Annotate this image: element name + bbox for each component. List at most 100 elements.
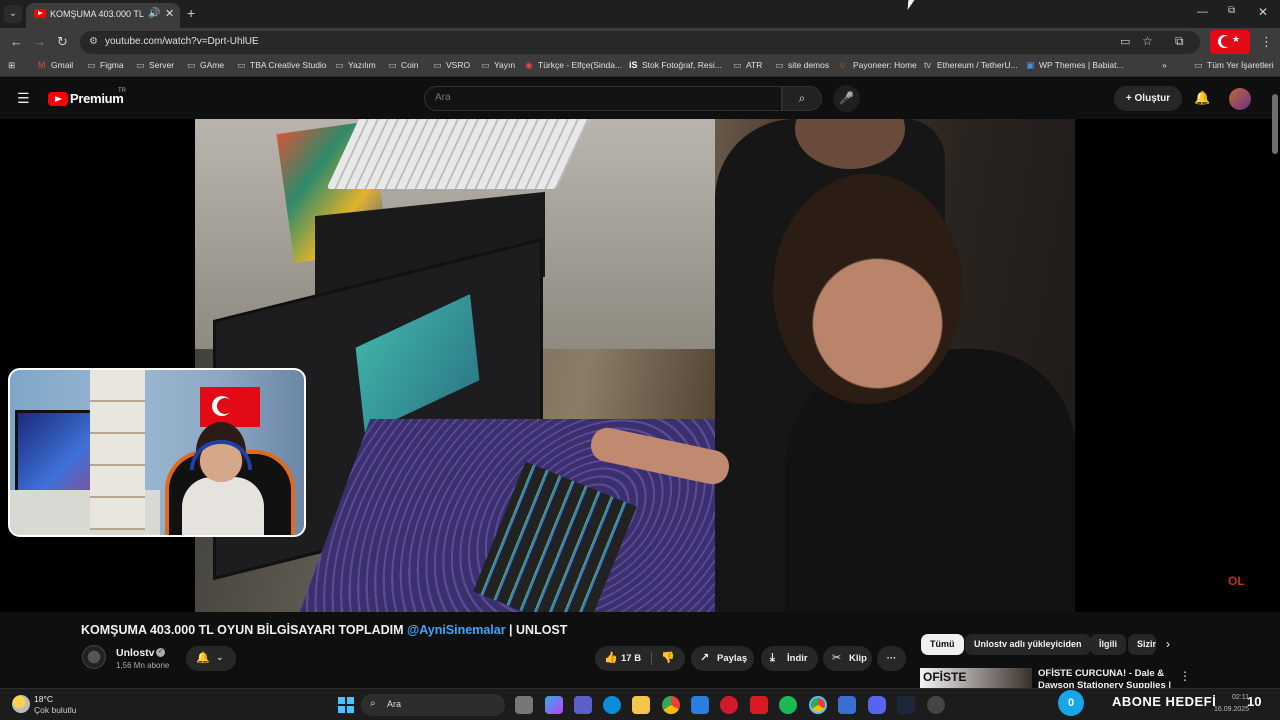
bookmark-ethereum[interactable]: tv Ethereum / TetherU... [924,60,1018,70]
bookmark-star-icon[interactable]: ☆ [1142,34,1153,48]
clip-button[interactable]: ✂ Klip [823,646,872,671]
browser-menu-icon[interactable]: ⋮ [1260,34,1273,50]
chip-all[interactable]: Tümü [921,634,964,655]
chevron-right-icon[interactable]: › [1166,637,1170,651]
chip-from-uploader[interactable]: Unlostv adlı yükleyiciden [965,634,1091,655]
weather-temperature[interactable]: 18°C [34,694,53,704]
subscriber-goal-target: 10 [1247,694,1262,709]
download-button[interactable]: ⤓ İndir [761,646,818,671]
bookmark-game[interactable]: ▭ GAme [187,60,224,71]
windows-taskbar: 18°C Çok bulutlu ⌕ Ara [0,688,1280,720]
copilot-icon[interactable] [545,696,563,714]
tab-search-button[interactable]: ⌄ [4,5,22,23]
search-button[interactable]: ⌕ [782,86,822,111]
hamburger-menu-icon[interactable]: ☰ [17,90,30,107]
url-text[interactable]: youtube.com/watch?v=Dprt-UhlUE [105,36,259,47]
task-view-icon[interactable] [515,696,533,714]
back-icon[interactable]: ← [10,34,23,49]
obs-icon[interactable] [927,696,945,714]
bookmark-server[interactable]: ▭ Server [136,60,174,71]
teams-icon[interactable] [574,696,592,714]
more-actions-button[interactable]: ··· [877,646,906,671]
search-icon: ⌕ [370,698,376,709]
user-avatar[interactable] [1229,88,1251,110]
cast-icon[interactable]: ▭ [1120,35,1130,48]
steam-icon[interactable] [897,696,915,714]
notifications-bell-icon[interactable]: 🔔 [1194,90,1210,106]
edge-icon[interactable] [603,696,621,714]
recommendation-menu-icon[interactable]: ⋮ [1179,669,1191,683]
close-tab-icon[interactable]: ✕ [165,7,174,20]
create-button[interactable]: + Oluştur [1114,86,1182,111]
opera-icon[interactable] [720,696,738,714]
forward-icon[interactable]: → [33,34,46,49]
weather-icon[interactable] [12,695,30,713]
youtube-premium-logo[interactable]: Premium [70,91,124,106]
page-scrollbar[interactable] [1272,90,1278,690]
recommendation-title[interactable]: OFİSTE CURCUNA! - Dale & Dawson Statione… [1038,668,1173,690]
bookmark-tba[interactable]: ▭ TBA Creative Studio [237,60,327,71]
site-info-icon[interactable]: ⚙ [89,36,98,47]
reload-icon[interactable]: ↻ [57,34,68,50]
address-bar[interactable]: ⚙ youtube.com/watch?v=Dprt-UhlUE ▭ ☆ [80,31,1200,54]
new-tab-button[interactable]: + [187,5,195,21]
extensions-icon[interactable]: ⧉ [1175,34,1184,49]
bookmark-coin[interactable]: ▭ Coin [388,60,418,71]
youtube-logo-icon[interactable] [48,92,68,106]
share-button[interactable]: ↗ Paylaş [691,646,754,671]
voice-search-button[interactable]: 🎤 [833,85,860,112]
like-button[interactable]: 👍 [604,646,618,671]
minimize-button[interactable]: — [1197,6,1208,18]
subscribed-notifications-button[interactable]: 🔔 ⌄ [186,646,236,671]
apps-grid-icon[interactable]: ⊞ [8,60,15,71]
bookmark-elfce[interactable]: ◉ Türkçe - Elfçe(Sinda... [525,60,622,71]
taskbar-search[interactable]: ⌕ Ara [361,694,505,716]
chip-for-you[interactable]: Sizin [1128,634,1156,655]
chrome-icon[interactable] [662,696,680,714]
weather-description[interactable]: Çok bulutlu [34,705,77,715]
spotify-icon[interactable] [779,696,797,714]
adobe-icon[interactable] [750,696,768,714]
verified-icon: ✓ [156,648,165,657]
video-player[interactable]: OL [0,119,1280,612]
mention-link[interactable]: @AyniSinemalar [407,623,506,637]
all-bookmarks-folder[interactable]: ▭ Tüm Yer İşaretleri [1194,60,1274,71]
bookmark-gmail[interactable]: M Gmail [38,60,73,70]
clock-date[interactable]: 16.09.2025 [1214,706,1249,713]
bookmarks-overflow-button[interactable]: » [1162,60,1167,70]
speaker-icon[interactable]: 🔊 [148,8,160,19]
chrome-active-icon[interactable] [809,696,827,714]
discord-icon[interactable] [868,696,886,714]
bookmark-stok[interactable]: iS Stok Fotoğraf, Resi... [629,60,722,70]
app-icon[interactable] [838,696,856,714]
browser-tab[interactable]: KOMŞUMA 403.000 TL OYUN 🔊 ✕ [26,3,180,28]
share-icon: ↗ [700,652,710,664]
clock-time[interactable]: 02:11 [1232,694,1249,701]
bookmark-atr[interactable]: ▭ ATR [733,60,762,71]
chip-related[interactable]: İlgili [1090,634,1126,655]
windows-start-icon[interactable] [338,697,354,713]
recommendation-thumbnail[interactable]: OFİSTE [920,668,1032,690]
bookmark-wp-themes[interactable]: ▣ WP Themes | Babiat... [1026,60,1124,71]
search-input[interactable] [435,92,755,103]
channel-name[interactable]: Unlostv [116,647,155,659]
subscriber-count: 1,56 Mn abone [116,661,170,670]
bookmark-site-demos[interactable]: ▭ site demos [775,60,829,71]
like-count[interactable]: 17 B [621,646,641,671]
bookmark-figma[interactable]: ▭ Figma [87,60,124,71]
search-box[interactable] [424,86,782,111]
bookmark-vsro[interactable]: ▭ VSRO [433,60,470,71]
subscriber-goal-label: ABONE HEDEFİ [1112,694,1217,709]
restore-button[interactable]: ⧉ [1228,5,1235,16]
store-icon[interactable] [691,696,709,714]
download-icon: ⤓ [770,652,775,664]
bookmark-yazilim[interactable]: ▭ Yazılım [335,60,376,71]
bookmark-yayin[interactable]: ▭ Yayın [481,60,515,71]
video-frame[interactable] [195,119,1075,612]
bookmark-payoneer[interactable]: ○ Payoneer: Home [840,60,917,70]
turkish-flag-extension-icon[interactable]: ★ [1210,30,1250,54]
channel-avatar[interactable] [82,645,106,669]
close-window-button[interactable]: ✕ [1258,5,1268,19]
file-explorer-icon[interactable] [632,696,650,714]
dislike-button[interactable]: 👎 [661,646,675,671]
